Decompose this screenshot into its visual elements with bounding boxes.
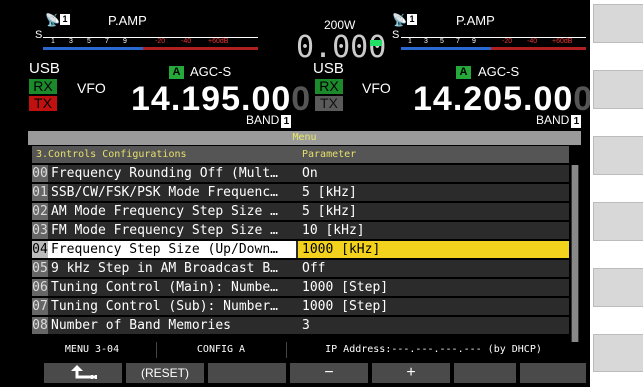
menu-row-02[interactable]: 02 AM Mode Frequency Step Size … 5 [kHz] <box>32 203 569 220</box>
menu-row-08[interactable]: 08 Number of Band Memories 3 <box>32 317 569 334</box>
softkey-bar: (RESET) − + <box>44 363 588 383</box>
s-meter-bar-over-right <box>491 47 586 50</box>
side-key-5[interactable] <box>593 268 643 307</box>
menu-title: Menu <box>28 131 581 145</box>
power-led-icon <box>370 40 382 46</box>
menu-row-05[interactable]: 05 9 kHz Step in AM Broadcast B… Off <box>32 260 569 277</box>
menu-scrollbar[interactable] <box>571 165 579 349</box>
side-keys <box>590 0 643 387</box>
vfo-label-right: VFO <box>362 80 391 96</box>
agc-label-left: AGC-S <box>190 64 232 79</box>
s-scale-label-left: S <box>35 29 43 41</box>
mode-right[interactable]: USB <box>313 60 344 77</box>
plus-button[interactable]: + <box>372 363 450 383</box>
tx-indicator-left: TX <box>29 96 57 111</box>
side-key-6[interactable] <box>593 334 643 372</box>
return-arrow-icon <box>71 365 97 379</box>
rx-indicator-left: RX <box>29 79 57 94</box>
agc-label-right: AGC-S <box>478 64 520 79</box>
menu-scrollbar-thumb[interactable] <box>572 165 578 347</box>
s-icon-right: 1 <box>407 14 417 25</box>
s-meter-bar-left <box>43 47 143 50</box>
ip-address: IP Address:---.---.---.--- (by DHCP) <box>325 344 542 355</box>
side-key-4[interactable] <box>593 202 643 241</box>
menu-panel: Menu 3.Controls Configurations Parameter… <box>28 131 581 358</box>
softkey-6[interactable] <box>454 363 516 383</box>
antenna-icon-left: 📡 <box>45 13 60 27</box>
side-key-3[interactable] <box>593 136 643 175</box>
antenna-icon-right: 📡 <box>392 13 407 27</box>
side-key-1[interactable] <box>593 4 643 43</box>
menu-row-00[interactable]: 00 Frequency Rounding Off (Mult… On <box>32 165 569 182</box>
softkey-7[interactable] <box>520 363 586 383</box>
menu-header-row: 3.Controls Configurations Parameter <box>32 146 569 163</box>
rx-indicator-right: RX <box>315 79 343 94</box>
s-meter-bar-right <box>401 47 491 50</box>
menu-row-03[interactable]: 03 FM Mode Frequency Step Size … 10 [kHz] <box>32 222 569 239</box>
menu-row-06[interactable]: 06 Tuning Control (Main): Numbe… 1000 [Ste… <box>32 279 569 296</box>
reset-button[interactable]: (RESET) <box>126 363 204 383</box>
minus-button[interactable]: − <box>290 363 368 383</box>
frequency-right[interactable]: 14.205.000 <box>413 80 590 118</box>
preamp-label-right: P.AMP <box>456 13 495 28</box>
vfo-label-left: VFO <box>77 80 106 96</box>
side-key-2[interactable] <box>593 70 643 109</box>
menu-table: 3.Controls Configurations Parameter 00 Fr… <box>32 146 569 350</box>
status-bar: MENU 3-04 CONFIG A IP Address:---.---.--… <box>28 342 581 358</box>
tx-indicator-right: TX <box>315 96 343 111</box>
frequency-left[interactable]: 14.195.000 <box>131 80 310 118</box>
menu-header-category: 3.Controls Configurations <box>36 149 187 160</box>
s-meter-bar-over-left <box>143 47 258 50</box>
menu-row-04-selected[interactable]: 04 Frequency Step Size (Up/Down… 1000 [kHz… <box>32 241 569 258</box>
s-icon-left: 1 <box>60 14 70 25</box>
config-label: CONFIG A <box>156 342 287 358</box>
agc-badge-left: A <box>169 66 184 79</box>
softkey-3[interactable] <box>208 363 286 383</box>
preamp-label-left: P.AMP <box>108 13 147 28</box>
menu-row-01[interactable]: 01 SSB/CW/FSK/PSK Mode Frequenc… 5 [kHz] <box>32 184 569 201</box>
agc-badge-right: A <box>456 66 471 79</box>
menu-row-07[interactable]: 07 Tuning Control (Sub): Number… 1000 [Ste… <box>32 298 569 315</box>
band-right: BAND 1 <box>536 113 582 128</box>
s-scale-label-right: S <box>392 29 400 41</box>
band-left: BAND 1 <box>246 113 292 128</box>
mode-left[interactable]: USB <box>29 60 60 77</box>
menu-header-parameter: Parameter <box>302 149 357 160</box>
back-button[interactable] <box>44 363 122 383</box>
radio-screen: 📡 1 P.AMP S 1 3 5 7 9 -20 -40 +60dB USB … <box>0 0 590 387</box>
menu-number: MENU 3-04 <box>28 342 157 358</box>
